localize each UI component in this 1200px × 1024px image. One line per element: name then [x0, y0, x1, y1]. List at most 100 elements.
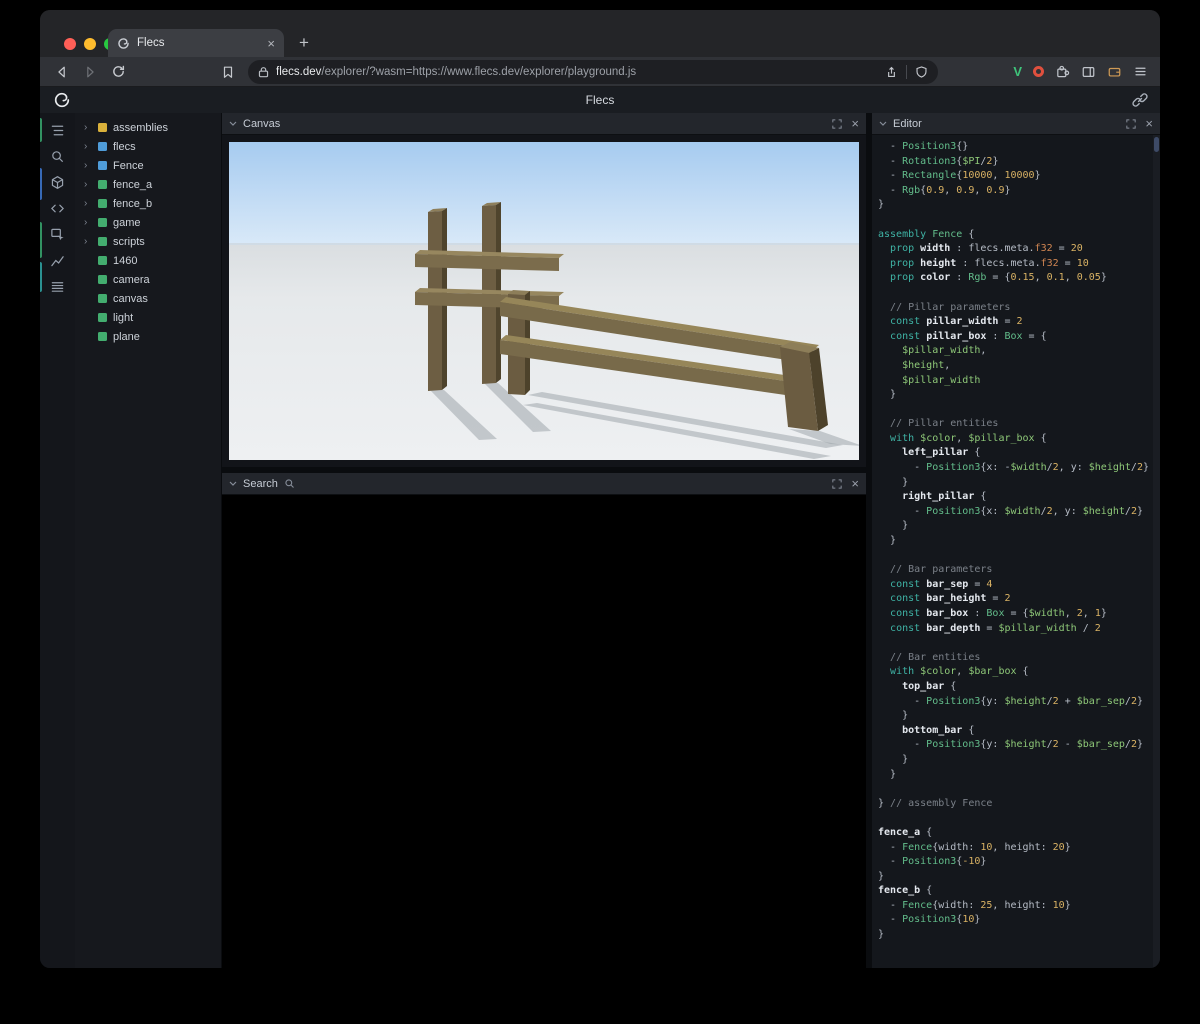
share-icon[interactable] — [885, 65, 898, 79]
tree-item-game[interactable]: › game — [75, 213, 221, 232]
close-icon[interactable]: × — [851, 477, 859, 490]
tree-item-assemblies[interactable]: › assemblies — [75, 118, 221, 137]
tree-item-fence_b[interactable]: › fence_b — [75, 194, 221, 213]
reload-icon[interactable] — [106, 60, 130, 84]
tree-item-canvas[interactable]: canvas — [75, 289, 221, 308]
code-line: - Position3{y: $height/2 - $bar_sep/2} — [878, 739, 1143, 751]
tree-item-1460[interactable]: 1460 — [75, 251, 221, 270]
tree-item-scripts[interactable]: › scripts — [75, 232, 221, 251]
new-tab-button[interactable]: + — [292, 31, 316, 55]
edge-indicator-green — [40, 118, 42, 142]
code-editor[interactable]: - Position3{} - Rotation3{$PI/2} - Recta… — [872, 135, 1160, 968]
page-title: Flecs — [585, 93, 615, 107]
tree-item-Fence[interactable]: › Fence — [75, 156, 221, 175]
entity-color-swatch — [98, 199, 107, 208]
outline-tree-icon[interactable] — [40, 117, 75, 143]
expand-chevron-icon[interactable]: › — [84, 160, 92, 171]
tree-item-camera[interactable]: camera — [75, 270, 221, 289]
code-line: } — [878, 753, 909, 765]
code-line: $height, — [902, 359, 951, 371]
tree-item-label: canvas — [113, 292, 148, 305]
code-line: with $color, $pillar_box { — [890, 432, 1047, 444]
tree-item-light[interactable]: light — [75, 308, 221, 327]
url-bar[interactable]: flecs.dev/explorer/?wasm=https://www.fle… — [248, 59, 938, 84]
code-line: prop height : flecs.meta.f32 = 10 — [890, 257, 1089, 269]
expand-chevron-icon[interactable]: › — [84, 217, 92, 228]
expand-chevron-icon[interactable]: › — [84, 198, 92, 209]
scrollbar-thumb[interactable] — [1154, 137, 1159, 152]
brave-shield-icon[interactable] — [915, 65, 928, 79]
code-line: const bar_depth = $pillar_width / 2 — [890, 622, 1101, 634]
sidebar-toggle-icon[interactable] — [1081, 65, 1096, 79]
flecs-logo-icon[interactable] — [53, 91, 71, 109]
expand-chevron-icon[interactable]: › — [84, 236, 92, 247]
chevron-down-icon[interactable] — [229, 121, 237, 126]
expand-icon[interactable] — [1126, 118, 1137, 129]
search-panel-header[interactable]: Search × — [222, 473, 866, 495]
menu-icon[interactable] — [1133, 65, 1148, 78]
entity-color-swatch — [98, 142, 107, 151]
close-window-button[interactable] — [64, 38, 76, 50]
entities-cube-icon[interactable] — [40, 169, 75, 195]
editor-scrollbar[interactable] — [1153, 135, 1160, 968]
chevron-down-icon[interactable] — [879, 121, 887, 126]
share-link-icon[interactable] — [1132, 92, 1148, 108]
extensions-puzzle-icon[interactable] — [1055, 64, 1070, 79]
url-text: flecs.dev/explorer/?wasm=https://www.fle… — [276, 66, 878, 78]
tree-item-flecs[interactable]: › flecs — [75, 137, 221, 156]
code-icon[interactable] — [40, 195, 75, 221]
expand-chevron-icon[interactable]: › — [84, 141, 92, 152]
url-domain: flecs.dev — [276, 65, 322, 78]
editor-panel-header[interactable]: Editor × — [872, 113, 1160, 135]
entity-color-swatch — [98, 161, 107, 170]
desktop: Flecs × + flecs.dev/explorer/?wasm=https… — [0, 0, 1200, 1024]
close-icon[interactable]: × — [1145, 117, 1153, 130]
edge-indicator-blue — [40, 168, 42, 200]
code-line: // Pillar entities — [890, 418, 999, 430]
browser-tab-flecs[interactable]: Flecs × — [108, 29, 284, 57]
extension-ring-icon[interactable] — [1033, 66, 1044, 77]
minimize-window-button[interactable] — [84, 38, 96, 50]
wallet-icon[interactable] — [1107, 65, 1122, 79]
logs-rows-icon[interactable] — [40, 273, 75, 299]
statistics-chart-icon[interactable] — [40, 247, 75, 273]
code-line: } — [878, 476, 909, 488]
forward-icon[interactable] — [78, 60, 102, 84]
code-line: } — [878, 710, 909, 722]
urlbar-actions — [885, 64, 928, 79]
back-icon[interactable] — [50, 60, 74, 84]
lock-icon — [258, 66, 269, 78]
expand-chevron-icon[interactable]: › — [84, 179, 92, 190]
tab-close-icon[interactable]: × — [267, 37, 275, 50]
close-icon[interactable]: × — [851, 117, 859, 130]
browser-window: Flecs × + flecs.dev/explorer/?wasm=https… — [40, 10, 1160, 968]
expand-icon[interactable] — [832, 478, 843, 489]
code-line: $pillar_width — [902, 374, 981, 386]
canvas-panel-header[interactable]: Canvas × — [222, 113, 866, 135]
inspect-icon[interactable] — [40, 221, 75, 247]
search-panel-icon[interactable] — [40, 143, 75, 169]
code-line: prop width : flecs.meta.f32 = 20 — [890, 243, 1083, 255]
code-area[interactable]: - Position3{} - Rotation3{$PI/2} - Recta… — [872, 135, 1160, 948]
panel-title-canvas: Canvas — [243, 117, 281, 130]
extension-v-icon[interactable]: V — [1013, 64, 1022, 79]
code-line: - Position3{} — [878, 141, 969, 152]
expand-icon[interactable] — [832, 118, 843, 129]
editor-panel-actions: × — [1126, 117, 1153, 130]
entity-color-swatch — [98, 275, 107, 284]
expand-chevron-icon[interactable]: › — [84, 122, 92, 133]
canvas-3d-scene[interactable] — [229, 142, 859, 460]
code-line: left_pillar { — [902, 447, 981, 459]
bookmark-icon[interactable] — [216, 60, 240, 84]
chevron-down-icon[interactable] — [229, 481, 237, 486]
tree-item-plane[interactable]: plane — [75, 327, 221, 346]
tree-item-fence_a[interactable]: › fence_a — [75, 175, 221, 194]
code-line: - Position3{x: $width/2, y: $height/2} — [878, 505, 1143, 517]
code-line: - Position3{y: $height/2 + $bar_sep/2} — [878, 695, 1143, 707]
tree-item-label: fence_a — [113, 178, 153, 191]
code-line: // Bar entities — [890, 651, 981, 663]
search-content[interactable] — [222, 495, 866, 968]
code-line: - Position3{x: -$width/2, y: $height/2} — [878, 462, 1150, 474]
app-body: › assemblies › flecs › Fence › fence_a › fence_b ›… — [40, 113, 1160, 968]
